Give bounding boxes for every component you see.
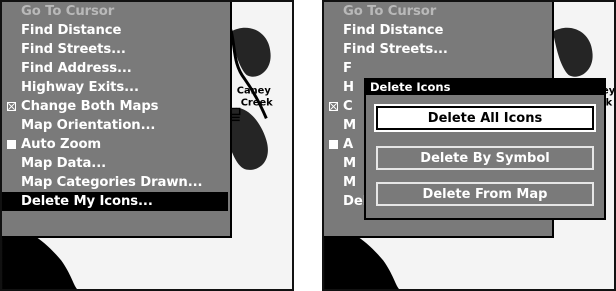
menu-item-go-to-cursor[interactable]: Go To Cursor <box>2 2 230 21</box>
delete-all-icons-button[interactable]: Delete All Icons <box>374 104 596 132</box>
menu-item-highway-exits[interactable]: Highway Exits... <box>2 78 230 97</box>
menu-item-find-distance[interactable]: Find Distance <box>324 21 552 40</box>
menu-item-auto-zoom[interactable]: Auto Zoom <box>2 135 230 154</box>
menu-item-change-both-maps[interactable]: Change Both Maps <box>2 97 230 116</box>
menu-item-label: Auto Zoom <box>21 137 102 152</box>
menu-item-find-streets[interactable]: Find Streets... <box>2 40 230 59</box>
menu-item-label: Change Both Maps <box>21 99 159 114</box>
menu-item-label: Find Distance <box>21 23 122 38</box>
delete-icons-dialog: Delete Icons Delete All Icons Delete By … <box>364 78 606 220</box>
menu-item-label: Delete My Icons... <box>21 194 153 209</box>
menu-item-label: M <box>343 156 357 171</box>
menu-item-label: F <box>343 61 352 76</box>
checkbox-unchecked-icon[interactable] <box>7 140 16 149</box>
menu-item-label: M <box>343 118 357 133</box>
delete-from-map-button[interactable]: Delete From Map <box>376 182 594 206</box>
map-label-creek: Creek <box>241 98 273 109</box>
menu-item-label: Map Categories Drawn... <box>21 175 203 190</box>
dialog-title: Delete Icons <box>366 80 604 95</box>
map-lake <box>552 27 593 77</box>
menu-item-map-categories-drawn[interactable]: Map Categories Drawn... <box>2 173 230 192</box>
map-label-caney: Caney <box>237 86 272 97</box>
menu-item-label: Find Address... <box>21 61 132 76</box>
menu-item-label: Map Data... <box>21 156 107 171</box>
menu-item-label: Highway Exits... <box>21 80 139 95</box>
menu-item-label: Go To Cursor <box>21 4 115 19</box>
menu-item-find-address[interactable]: F <box>324 59 552 78</box>
map-menu: Go To Cursor Find Distance Find Streets.… <box>2 2 232 238</box>
menu-item-label: H <box>343 80 354 95</box>
menu-item-label: Find Streets... <box>343 42 448 57</box>
map-lake <box>230 27 271 77</box>
delete-by-symbol-button[interactable]: Delete By Symbol <box>376 146 594 170</box>
menu-item-find-distance[interactable]: Find Distance <box>2 21 230 40</box>
menu-item-label: Find Streets... <box>21 42 126 57</box>
menu-item-find-address[interactable]: Find Address... <box>2 59 230 78</box>
gps-screen-right: aney eek 2mi Go To Cursor Find Distance … <box>322 0 616 291</box>
menu-item-label: Go To Cursor <box>343 4 437 19</box>
menu-item-delete-my-icons[interactable]: Delete My Icons... <box>2 192 228 211</box>
menu-item-label: M <box>343 175 357 190</box>
menu-item-go-to-cursor[interactable]: Go To Cursor <box>324 2 552 21</box>
menu-item-find-streets[interactable]: Find Streets... <box>324 40 552 59</box>
menu-item-map-orientation[interactable]: Map Orientation... <box>2 116 230 135</box>
checkbox-checked-icon[interactable] <box>7 102 16 111</box>
checkbox-unchecked-icon[interactable] <box>329 140 338 149</box>
map-scale-label: 2mi <box>8 274 27 285</box>
gps-screen-left: Caney Creek 2mi Go To Cursor Find Distan… <box>0 0 294 291</box>
menu-item-label: Map Orientation... <box>21 118 156 133</box>
checkbox-checked-icon[interactable] <box>329 102 338 111</box>
menu-item-label: A <box>343 137 354 152</box>
menu-item-label: Find Distance <box>343 23 444 38</box>
map-scale-label: 2mi <box>330 274 349 285</box>
menu-item-map-data[interactable]: Map Data... <box>2 154 230 173</box>
menu-item-label: C <box>343 99 353 114</box>
